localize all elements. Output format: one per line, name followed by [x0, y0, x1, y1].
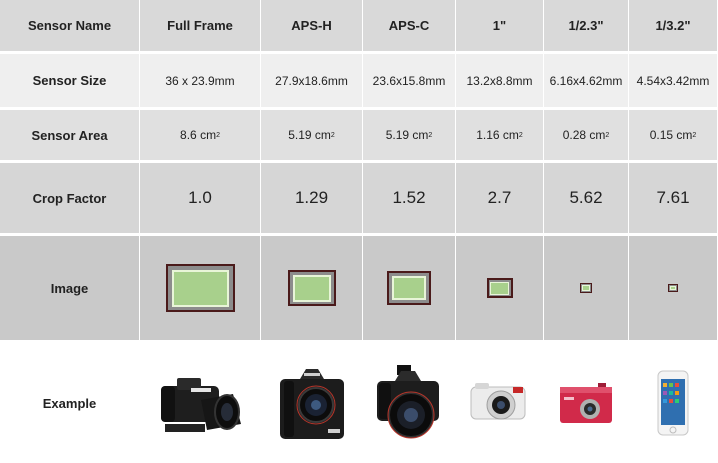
one-inch-sensor-icon [486, 278, 513, 298]
crop-factor-value: 1.0 [140, 163, 261, 233]
example-camera-cell [261, 343, 363, 463]
sensor-area-value: 1.16 [476, 128, 500, 142]
sensor-image-cell [629, 236, 718, 340]
sensor-area-unit: cm [589, 128, 606, 142]
sensor-area-unit: cm [502, 128, 519, 142]
row-label-crop-factor: Crop Factor [0, 163, 140, 233]
sensor-size-value: 4.54x3.42mm [629, 54, 718, 107]
dslr-camera-icon [377, 365, 439, 439]
sensor-image-cell [456, 236, 544, 340]
row-label-example: Example [0, 343, 140, 463]
sensor-area-cell: 5.19 cm 2 [261, 110, 363, 160]
example-camera-cell [456, 343, 544, 463]
full-frame-sensor-icon [165, 264, 235, 312]
tiny-sensor-icon [668, 284, 678, 292]
row-label-sensor-area: Sensor Area [0, 110, 140, 160]
sensor-image-cell [140, 236, 261, 340]
sensor-area-unit-exponent: 2 [330, 131, 335, 139]
header-1-3.2-inch: 1/3.2" [629, 0, 718, 51]
sensor-size-value: 27.9x18.6mm [261, 54, 363, 107]
sensor-image-cell [261, 236, 363, 340]
header-1-2.3-inch: 1/2.3" [544, 0, 629, 51]
sensor-area-unit-exponent: 2 [518, 131, 523, 139]
sensor-area-cell: 5.19 cm 2 [363, 110, 456, 160]
aps-h-sensor-icon [287, 270, 336, 306]
sensor-image-cell [544, 236, 629, 340]
sensor-area-value: 0.28 [562, 128, 587, 142]
sensor-area-cell: 0.28 cm 2 [544, 110, 629, 160]
sensor-size-value: 13.2x8.8mm [456, 54, 544, 107]
sensor-area-unit: cm [200, 128, 217, 142]
sensor-area-unit-exponent: 2 [216, 131, 220, 139]
example-camera-cell [629, 343, 718, 463]
header-aps-c: APS-C [363, 0, 456, 51]
mirrorless-camera-icon [470, 383, 525, 420]
sensor-area-value: 5.19 [385, 128, 410, 142]
sensor-area-cell: 1.16 cm 2 [456, 110, 544, 160]
header-label: Sensor Name [0, 0, 140, 51]
example-camera-cell [544, 343, 629, 463]
sensor-area-value: 0.15 [649, 128, 674, 142]
crop-factor-value: 5.62 [544, 163, 629, 233]
header-full-frame: Full Frame [140, 0, 261, 51]
sensor-area-unit-exponent: 2 [692, 131, 697, 139]
row-label-sensor-size: Sensor Size [0, 54, 140, 107]
crop-factor-value: 7.61 [629, 163, 718, 233]
sensor-area-value: 5.19 [288, 128, 312, 142]
example-camera-cell [363, 343, 456, 463]
dslr-camera-icon [161, 378, 241, 432]
sensor-area-unit: cm [412, 128, 429, 142]
sensor-area-unit-exponent: 2 [605, 131, 610, 139]
header-1-inch: 1" [456, 0, 544, 51]
sensor-area-unit: cm [676, 128, 693, 142]
sensor-area-unit-exponent: 2 [428, 131, 433, 139]
small-sensor-icon [580, 283, 592, 293]
example-camera-cell [140, 343, 261, 463]
sensor-size-value: 36 x 23.9mm [140, 54, 261, 107]
crop-factor-value: 1.52 [363, 163, 456, 233]
sensor-image-cell [363, 236, 456, 340]
sensor-area-unit: cm [314, 128, 331, 142]
aps-c-sensor-icon [387, 271, 431, 305]
crop-factor-value: 2.7 [456, 163, 544, 233]
sensor-size-value: 6.16x4.62mm [544, 54, 629, 107]
header-aps-h: APS-H [261, 0, 363, 51]
smartphone-icon [657, 370, 689, 436]
sensor-area-value: 8.6 [180, 128, 197, 142]
crop-factor-value: 1.29 [261, 163, 363, 233]
pro-dslr-camera-icon [279, 369, 344, 439]
compact-camera-icon [560, 383, 612, 423]
row-label-image: Image [0, 236, 140, 340]
sensor-area-cell: 8.6 cm 2 [140, 110, 261, 160]
sensor-comparison-table: Sensor Name Full Frame APS-H APS-C 1" 1/… [0, 0, 718, 463]
sensor-area-cell: 0.15 cm 2 [629, 110, 718, 160]
sensor-size-value: 23.6x15.8mm [363, 54, 456, 107]
